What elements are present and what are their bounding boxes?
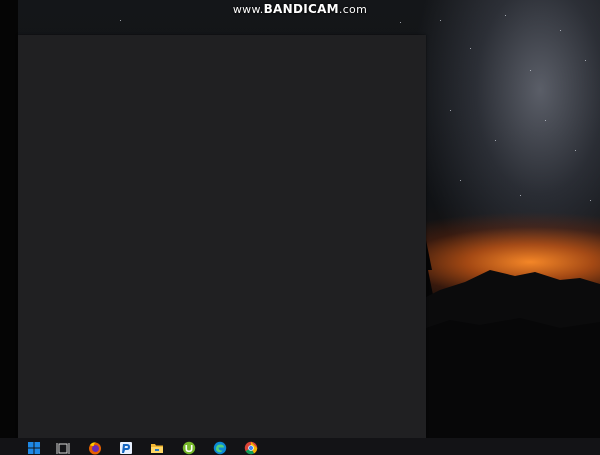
- star: [495, 140, 496, 141]
- watermark-brand: BANDICAM: [263, 2, 339, 16]
- star: [590, 200, 591, 201]
- star: [520, 195, 521, 196]
- left-window-edge: [0, 0, 18, 438]
- star: [120, 20, 121, 21]
- star: [575, 150, 576, 151]
- app-window[interactable]: [18, 35, 426, 438]
- chrome-icon[interactable]: [244, 441, 258, 455]
- star: [400, 22, 401, 23]
- watermark-suffix: .com: [338, 3, 368, 16]
- star: [585, 60, 586, 61]
- task-view-icon[interactable]: [56, 441, 70, 455]
- star: [470, 48, 471, 49]
- taskbar: [0, 438, 600, 455]
- star: [530, 70, 531, 71]
- utorrent-icon[interactable]: [182, 441, 196, 455]
- star: [450, 110, 451, 111]
- star: [460, 180, 461, 181]
- firefox-icon[interactable]: [88, 441, 102, 455]
- star: [545, 120, 546, 121]
- edge-icon[interactable]: [213, 441, 227, 455]
- star: [560, 30, 561, 31]
- watermark-prefix: www.: [232, 3, 264, 16]
- recording-watermark: www.BANDICAM.com: [0, 2, 600, 16]
- mountain-silhouette: [420, 240, 600, 440]
- star: [440, 20, 441, 21]
- windows-start-icon[interactable]: [27, 441, 41, 455]
- app-p-icon[interactable]: [119, 441, 133, 455]
- file-explorer-icon[interactable]: [150, 441, 164, 455]
